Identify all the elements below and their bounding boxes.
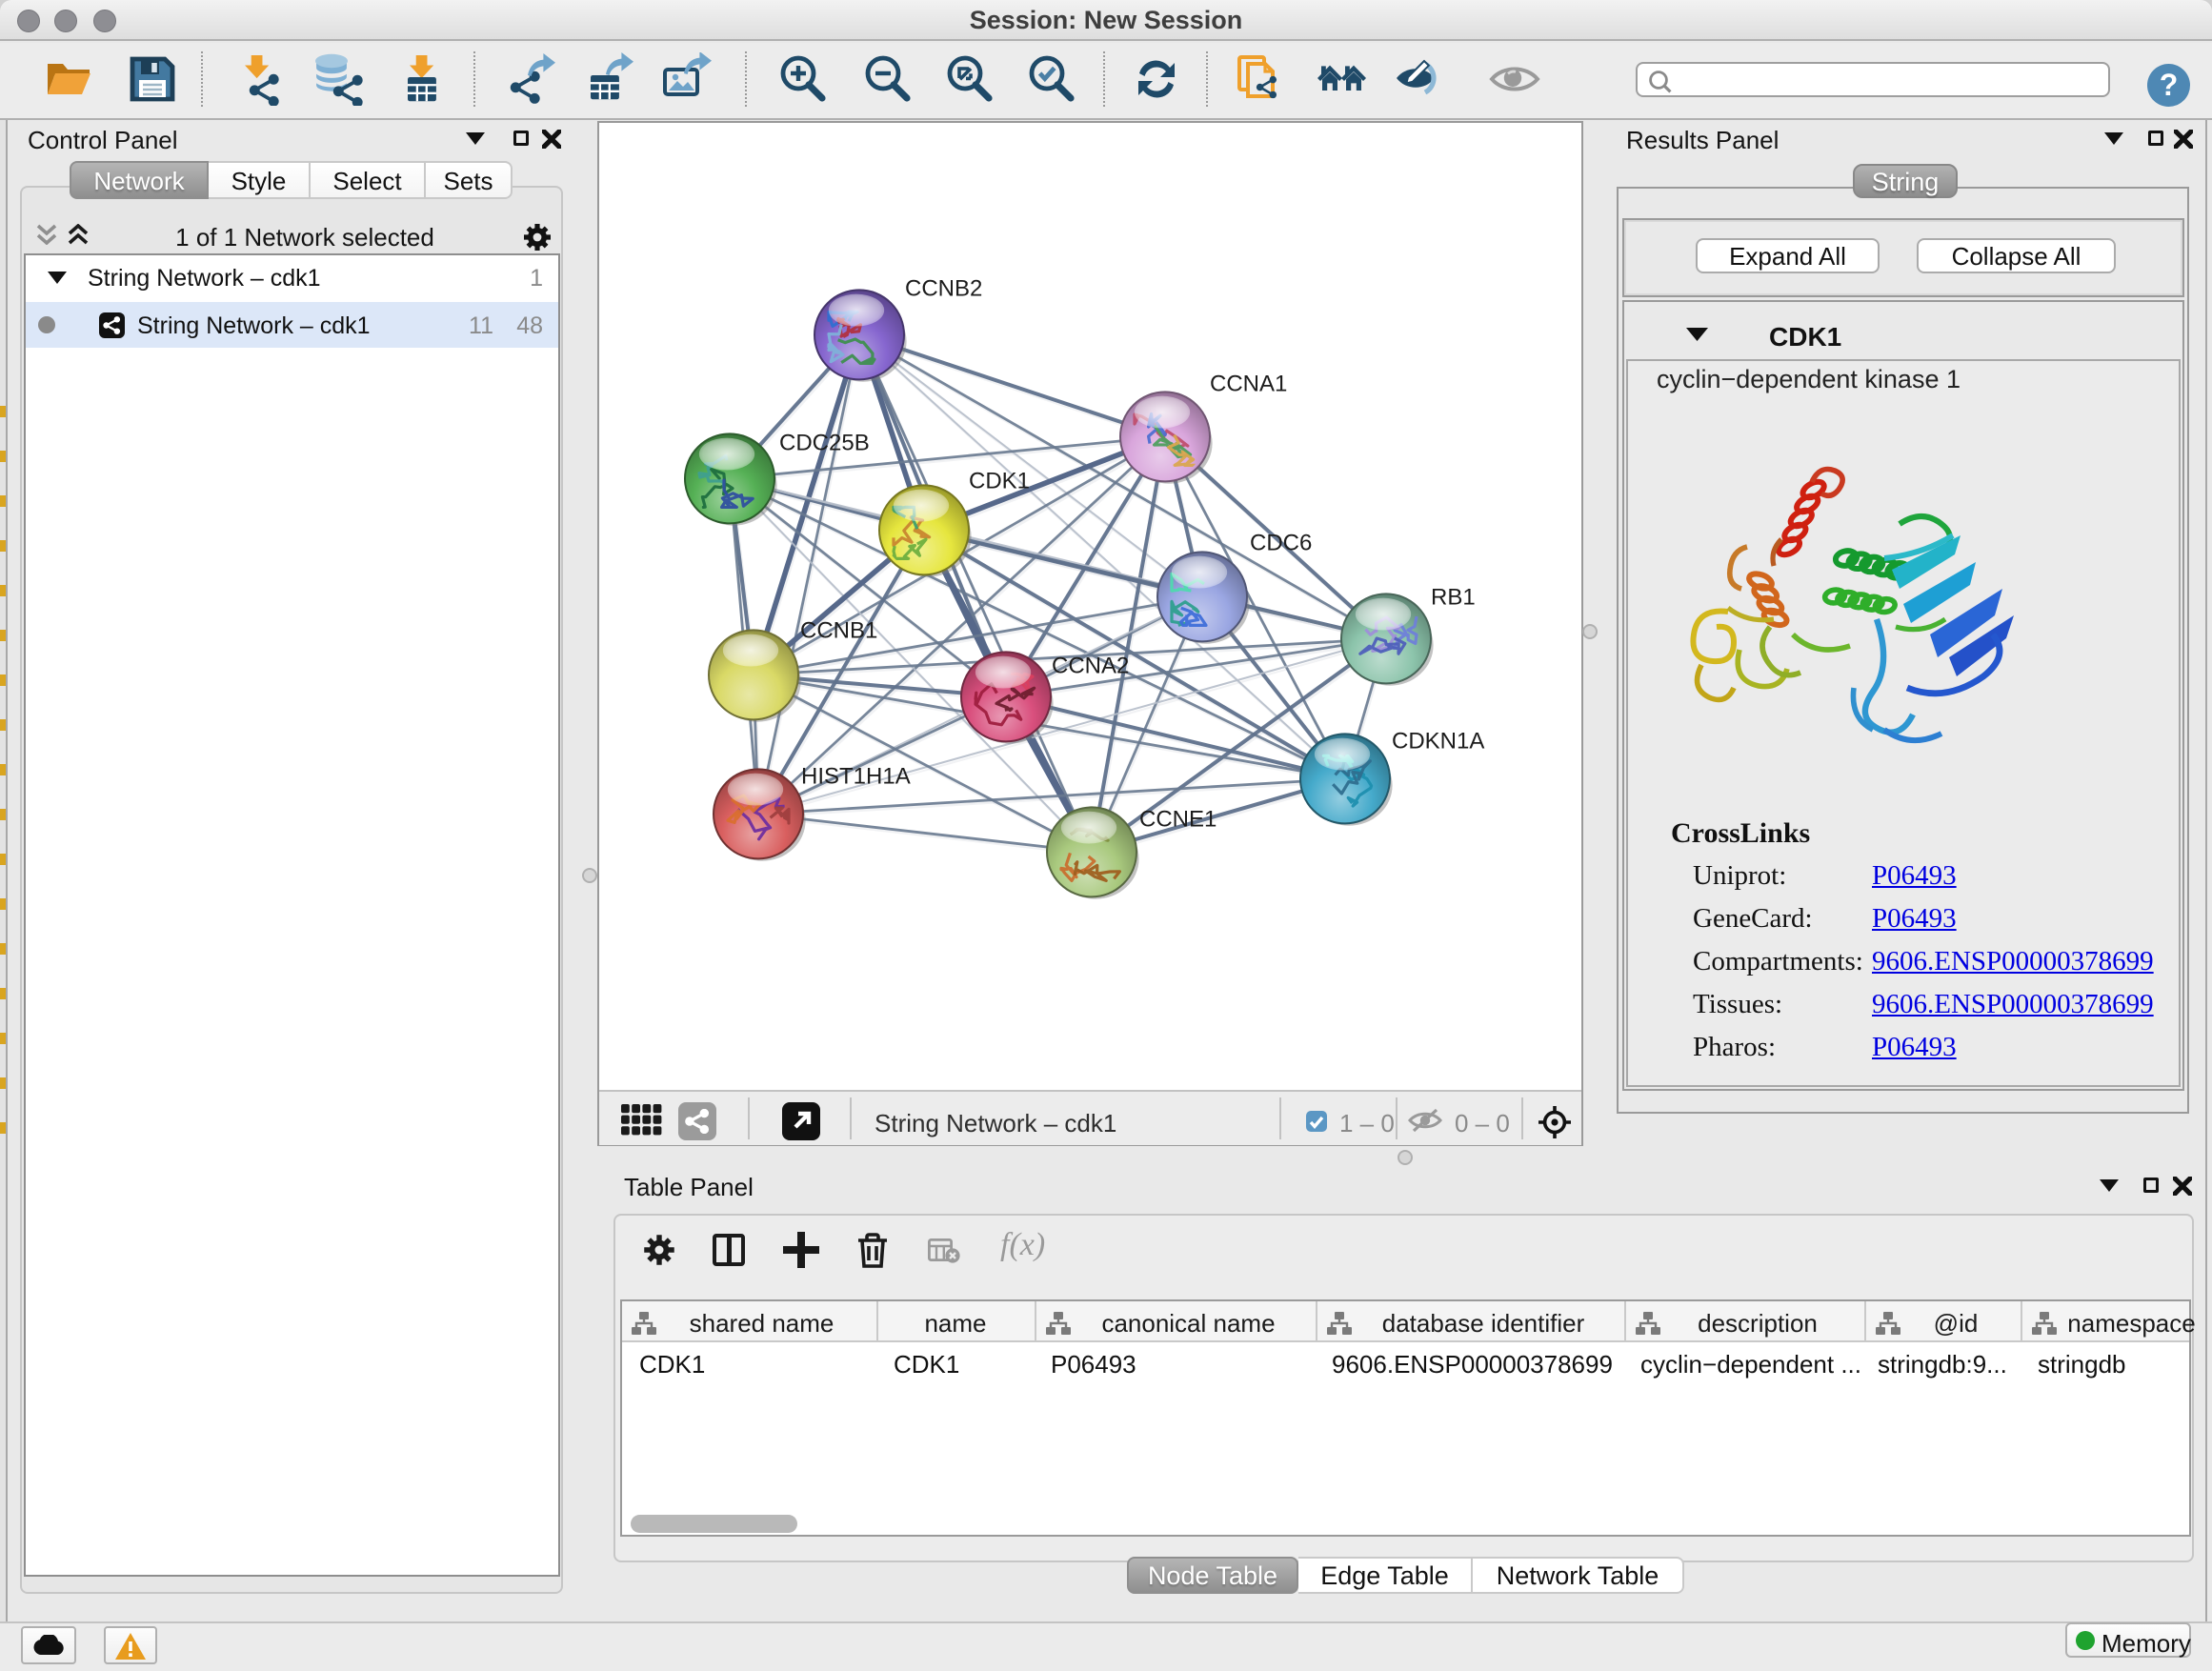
svg-text:CDC6: CDC6 bbox=[1250, 530, 1312, 555]
svg-text:RB1: RB1 bbox=[1431, 584, 1476, 610]
svg-text:CDK1: CDK1 bbox=[969, 468, 1030, 493]
svg-text:CCNA2: CCNA2 bbox=[1052, 653, 1129, 678]
svg-text:HIST1H1A: HIST1H1A bbox=[801, 763, 911, 789]
svg-text:CDC25B: CDC25B bbox=[779, 430, 870, 455]
svg-text:CCNA1: CCNA1 bbox=[1210, 371, 1287, 396]
svg-text:CCNB2: CCNB2 bbox=[905, 275, 982, 301]
svg-text:CDKN1A: CDKN1A bbox=[1392, 728, 1484, 754]
svg-text:CCNB1: CCNB1 bbox=[800, 617, 877, 643]
svg-text:CCNE1: CCNE1 bbox=[1139, 806, 1217, 832]
